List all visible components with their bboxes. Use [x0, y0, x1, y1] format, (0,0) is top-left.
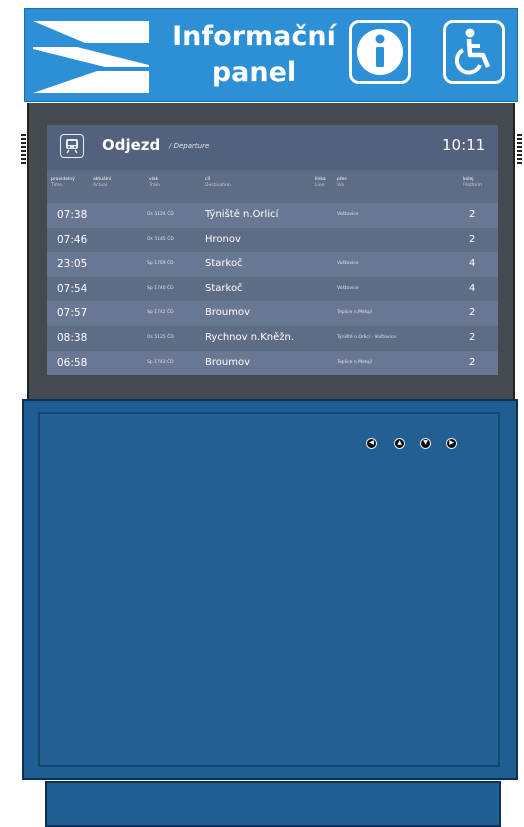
- row-via: Voštovice: [337, 285, 359, 291]
- left-arrow-button[interactable]: ◀: [366, 438, 377, 449]
- info-icon[interactable]: [349, 20, 411, 84]
- row-time: 06:58: [57, 356, 88, 369]
- row-train: Os 5145 ČD: [147, 236, 174, 242]
- col-destination: cíl Destination: [205, 177, 231, 188]
- col-scheduled: pravidelný Time: [51, 177, 75, 188]
- departure-rows: 07:38 Os 5124 ČD Týniště n.Orlicí Voštov…: [47, 203, 498, 375]
- row-track: 2: [469, 209, 476, 220]
- departure-row: 07:57 Sp 1742 ČD Broumov Teplice n.Metuj…: [47, 301, 498, 326]
- panel-title: Informační panel: [153, 19, 355, 91]
- row-train: Os 5124 ČD: [147, 212, 174, 217]
- col-actual: aktuální Actual: [93, 177, 112, 188]
- down-arrow-button[interactable]: ▼: [420, 438, 431, 449]
- panel-title-line2: panel: [211, 57, 297, 88]
- train-icon: [60, 134, 84, 158]
- col-via: přes Via: [337, 177, 347, 188]
- row-time: 07:38: [57, 209, 88, 221]
- row-time: 08:38: [57, 331, 88, 344]
- board-column-headers: pravidelný Time aktuální Actual vlak Train …: [47, 177, 498, 203]
- housing-grip-right: [517, 134, 522, 164]
- panel-title-line1: Informační: [172, 21, 336, 52]
- board-clock: 10:11: [442, 136, 486, 154]
- cabinet-door: [38, 412, 500, 767]
- row-track: 2: [469, 331, 476, 343]
- departure-row: 07:46 Os 5145 ČD Hronov 2: [47, 227, 498, 253]
- row-train: Sp 1743 ČD: [147, 359, 174, 365]
- up-arrow-button[interactable]: ▲: [394, 438, 405, 449]
- kiosk-cabinet: [22, 399, 518, 780]
- row-destination: Broumov: [205, 307, 250, 319]
- display-housing: Odjezd / Departure 10:11 pravidelný Time …: [27, 103, 515, 399]
- board-topbar: Odjezd / Departure 10:11: [47, 125, 498, 170]
- row-destination: Rychnov n.Kněžn.: [205, 331, 295, 343]
- row-track: 2: [469, 233, 476, 245]
- row-destination: Hronov: [205, 233, 241, 245]
- housing-grip-left: [21, 134, 26, 164]
- board-heading: Odjezd: [102, 136, 161, 154]
- row-train: Sp 1740 ČD: [147, 285, 174, 291]
- row-destination: Broumov: [205, 356, 250, 368]
- row-via: Teplice n.Metují: [337, 310, 372, 316]
- row-via: Týniště n.Orlicí - Voštovice: [337, 334, 397, 340]
- col-platform: kolej Platform: [463, 177, 482, 188]
- row-via: Voštovice: [337, 261, 359, 267]
- row-track: 2: [469, 356, 476, 368]
- row-time: 07:46: [57, 233, 88, 246]
- row-via: Voštovice: [337, 212, 359, 217]
- departure-row: 07:54 Sp 1740 ČD Starkoč Voštovice 4: [47, 276, 498, 302]
- info-panel-header: Informační panel: [24, 8, 518, 102]
- departure-row: 06:58 Sp 1743 ČD Broumov Teplice n.Metuj…: [47, 350, 498, 375]
- departure-row: 08:38 Os 5125 ČD Rychnov n.Kněžn. Týništ…: [47, 325, 498, 351]
- row-time: 07:54: [57, 282, 88, 295]
- row-time: 07:57: [57, 307, 88, 320]
- row-track: 2: [469, 307, 476, 319]
- departure-board: Odjezd / Departure 10:11 pravidelný Time …: [47, 125, 498, 375]
- row-train: Sp 1769 ČD: [147, 261, 174, 267]
- col-line: linka Line: [315, 177, 326, 188]
- row-destination: Starkoč: [205, 258, 243, 270]
- right-arrow-button[interactable]: ▶: [446, 438, 457, 449]
- row-track: 4: [469, 258, 476, 270]
- wheelchair-icon[interactable]: [443, 20, 505, 84]
- col-train: vlak Train: [149, 177, 160, 188]
- row-track: 4: [469, 282, 476, 294]
- row-via: Teplice n.Metují: [337, 359, 372, 365]
- departure-row: 23:05 Sp 1769 ČD Starkoč Voštovice 4: [47, 252, 498, 277]
- row-time: 23:05: [57, 258, 88, 271]
- row-train: Sp 1742 ČD: [147, 310, 174, 316]
- row-train: Os 5125 ČD: [147, 334, 174, 340]
- row-destination: Starkoč: [205, 282, 243, 294]
- departure-row: 07:38 Os 5124 ČD Týniště n.Orlicí Voštov…: [47, 203, 498, 228]
- board-heading-en: / Departure: [169, 142, 210, 150]
- row-destination: Týniště n.Orlicí: [205, 209, 279, 220]
- railway-logo-icon: [33, 21, 149, 93]
- kiosk-base: [45, 781, 501, 827]
